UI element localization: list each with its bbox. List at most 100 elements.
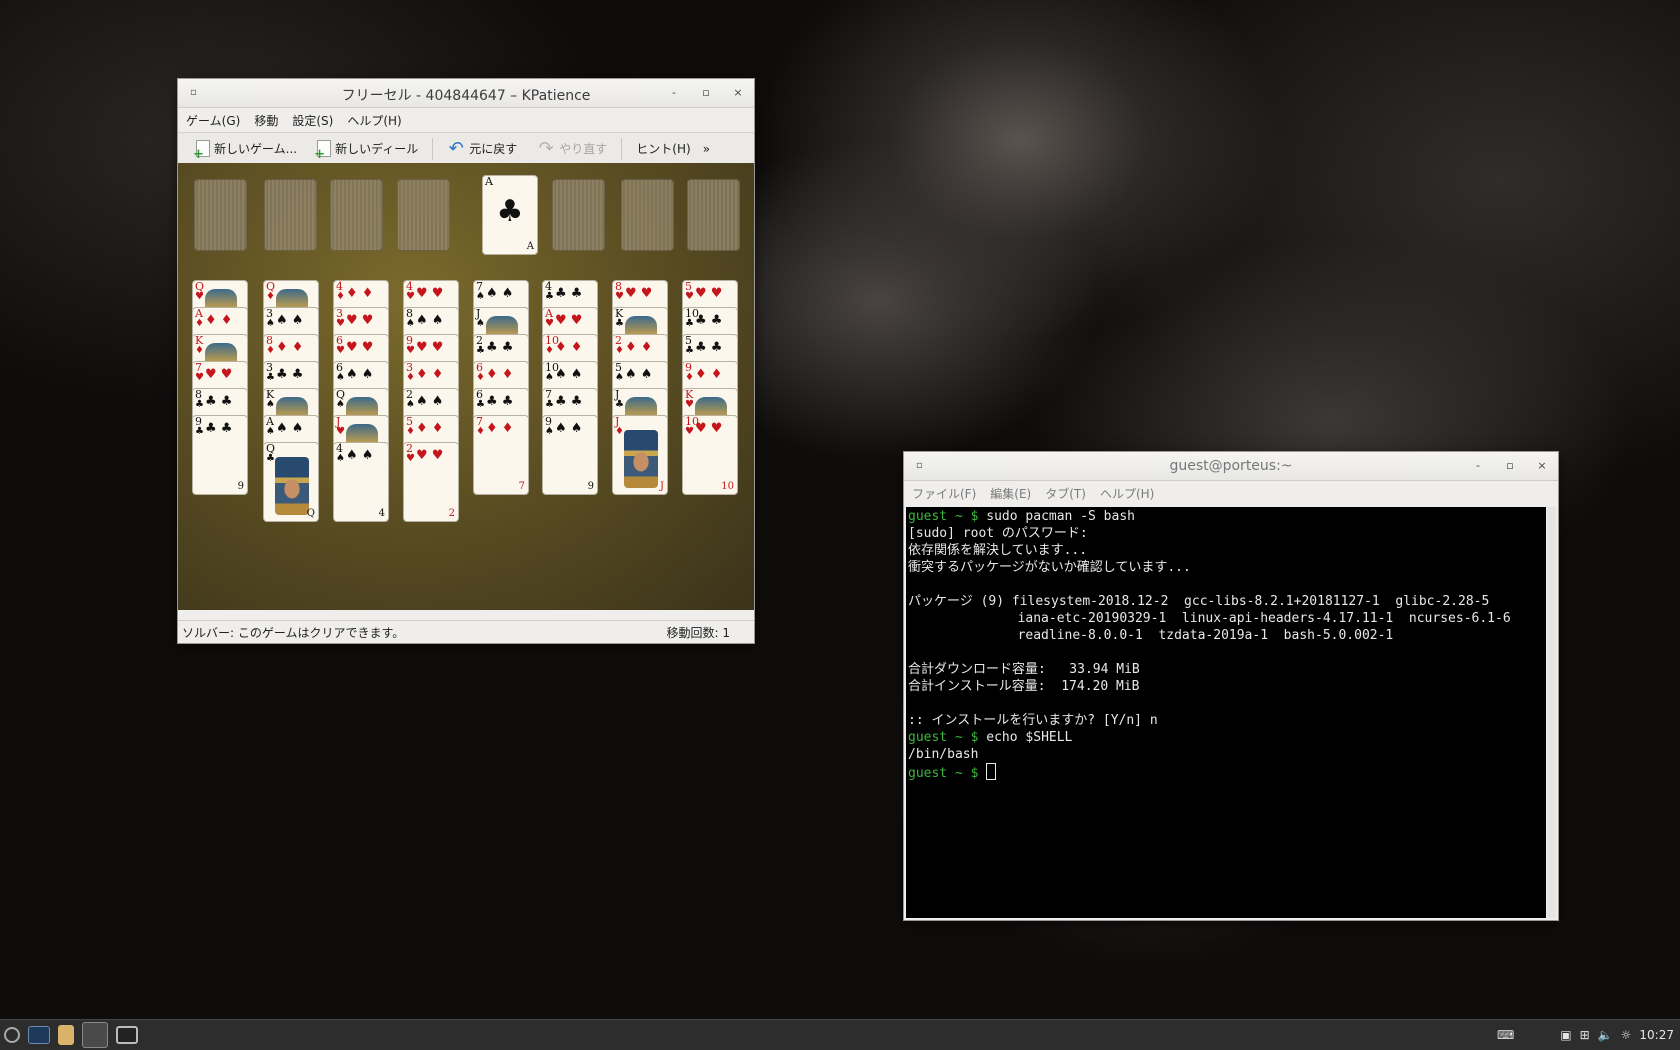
new-game-button[interactable]: 新しいゲーム... bbox=[186, 136, 307, 162]
foundation-card[interactable]: A ♣ A bbox=[482, 175, 538, 255]
shell-prompt: guest ~ $ bbox=[908, 730, 987, 745]
terminal-line: :: インストールを行いますか? [Y/n] n bbox=[908, 712, 1544, 729]
foundation-slot[interactable] bbox=[552, 179, 605, 251]
face-card-portrait bbox=[276, 397, 308, 417]
card[interactable]: 9 ♣ ♣ ♣ 9 bbox=[192, 415, 248, 495]
card[interactable]: J ♦ J bbox=[612, 415, 668, 495]
menu-game[interactable]: ゲーム(G) bbox=[186, 112, 240, 129]
volume-icon[interactable]: 🔈 bbox=[1598, 1028, 1613, 1042]
terminal-output[interactable]: guest ~ $ sudo pacman -S bash [sudo] root… bbox=[906, 507, 1546, 918]
minimize-button[interactable]: - bbox=[666, 85, 682, 101]
terminal-titlebar[interactable]: ▫ guest@porteus:~ - ▫ × bbox=[904, 452, 1558, 481]
card-pips-icon: ♣ ♣ bbox=[695, 340, 723, 355]
card[interactable]: 9 ♠ ♠ ♠ 9 bbox=[542, 415, 598, 495]
keyboard-icon[interactable]: ⌨ bbox=[1497, 1028, 1514, 1042]
freecell-slot[interactable] bbox=[330, 179, 383, 251]
kpatience-window: ▫ フリーセル - 404844647 – KPatience - ▫ × ゲー… bbox=[178, 79, 754, 643]
card-suit-icon: ♠ bbox=[266, 399, 275, 410]
shell-prompt: guest ~ $ bbox=[908, 766, 987, 781]
file-manager-icon[interactable] bbox=[58, 1025, 74, 1045]
new-game-label: 新しいゲーム... bbox=[214, 142, 298, 156]
terminal-text: [sudo] root のパスワード: bbox=[908, 526, 1088, 541]
freecell-slot[interactable] bbox=[264, 179, 317, 251]
card[interactable]: 10 ♥ ♥ ♥ 10 bbox=[682, 415, 738, 495]
card-pips-icon: ♠ ♠ bbox=[555, 367, 583, 382]
minimize-button[interactable]: - bbox=[1470, 458, 1486, 474]
card-pips-icon: ♦ ♦ bbox=[486, 367, 514, 382]
card-suit-icon: ♣ bbox=[195, 399, 204, 410]
menu-help[interactable]: ヘルプ(H) bbox=[1100, 485, 1154, 502]
freecell-slot[interactable] bbox=[397, 179, 450, 251]
card-suit-icon: ♥ bbox=[685, 291, 694, 302]
clock[interactable]: 10:27 bbox=[1639, 1028, 1674, 1042]
card-suit-icon: ♥ bbox=[406, 345, 415, 356]
card-suit-icon: ♥ bbox=[545, 318, 554, 329]
menu-help[interactable]: ヘルプ(H) bbox=[347, 112, 401, 129]
menu-icon[interactable] bbox=[4, 1027, 20, 1043]
new-deal-button[interactable]: 新しいディール bbox=[307, 136, 428, 162]
menu-file[interactable]: ファイル(F) bbox=[912, 485, 976, 502]
card-suit-icon: ♥ bbox=[336, 345, 345, 356]
card-suit-icon: ♥ bbox=[685, 426, 694, 437]
card-pips-icon: ♦ ♦ bbox=[416, 421, 444, 436]
card-rank-bottom: 7 bbox=[518, 481, 525, 492]
card[interactable]: 7 ♦ ♦ ♦ 7 bbox=[473, 415, 529, 495]
card-suit-icon: ♠ bbox=[545, 372, 554, 383]
foundation-slot[interactable] bbox=[621, 179, 674, 251]
network-icon[interactable]: ⊞ bbox=[1580, 1028, 1590, 1042]
menu-move[interactable]: 移動 bbox=[254, 112, 278, 129]
toolbar-separator bbox=[432, 137, 434, 160]
menu-edit[interactable]: 編集(E) bbox=[990, 485, 1031, 502]
close-button[interactable]: × bbox=[730, 85, 746, 101]
close-button[interactable]: × bbox=[1534, 458, 1550, 474]
maximize-button[interactable]: ▫ bbox=[698, 85, 714, 101]
card-suit-icon: ♦ bbox=[266, 345, 275, 356]
move-count: 移動回数: 1 bbox=[666, 625, 731, 640]
card-suit-icon: ♣ bbox=[685, 345, 694, 356]
brightness-icon[interactable]: ☼ bbox=[1621, 1028, 1632, 1042]
card[interactable]: 2 ♥ ♥ ♥ 2 bbox=[403, 442, 459, 522]
maximize-button[interactable]: ▫ bbox=[1502, 458, 1518, 474]
face-card-portrait bbox=[695, 397, 727, 417]
window-title: guest@porteus:~ bbox=[1169, 458, 1293, 474]
kpatience-icon[interactable] bbox=[82, 1022, 108, 1048]
desktop-icon[interactable] bbox=[116, 1026, 138, 1044]
card-suit-icon: ♦ bbox=[406, 426, 415, 437]
card-suit-icon: ♦ bbox=[476, 426, 485, 437]
clipboard-icon[interactable]: ▣ bbox=[1560, 1028, 1571, 1042]
chevron-right-icon: » bbox=[702, 141, 711, 156]
redo-button[interactable]: ↷ やり直す bbox=[527, 136, 617, 162]
card-pips-icon: ♦ ♦ bbox=[416, 367, 444, 382]
terminal-text: /bin/bash bbox=[908, 747, 979, 762]
freecell-slot[interactable] bbox=[194, 179, 247, 251]
foundation-slot[interactable] bbox=[687, 179, 740, 251]
card-suit-icon: ♠ bbox=[476, 318, 485, 329]
terminal-scrollbar[interactable] bbox=[1547, 507, 1556, 918]
kpatience-statusbar: ソルバー: このゲームはクリアできます。 移動回数: 1 bbox=[178, 620, 754, 643]
undo-button[interactable]: ↶ 元に戻す bbox=[437, 136, 527, 162]
card[interactable]: 4 ♠ ♠ ♠ 4 bbox=[333, 442, 389, 522]
taskbar: ⌨ ▣ ⊞ 🔈 ☼ 10:27 bbox=[0, 1019, 1680, 1050]
terminal-icon[interactable] bbox=[28, 1026, 50, 1044]
toolbar-overflow-button[interactable]: » bbox=[701, 136, 712, 162]
card-rank-bottom: 10 bbox=[721, 481, 734, 492]
new-document-icon bbox=[193, 140, 210, 162]
hint-button[interactable]: ヒント(H) bbox=[626, 136, 700, 162]
card-pips-icon: ♦ ♦ bbox=[205, 313, 233, 328]
menu-settings[interactable]: 設定(S) bbox=[292, 112, 333, 129]
face-card-portrait bbox=[625, 397, 657, 417]
card-pips-icon: ♣ ♣ bbox=[555, 286, 583, 301]
card-suit-icon: ♥ bbox=[615, 291, 624, 302]
terminal-text: iana-etc-20190329-1 linux-api-headers-4.… bbox=[908, 611, 1511, 626]
card[interactable]: Q ♣ Q bbox=[263, 442, 319, 522]
card-rank-bottom: 4 bbox=[378, 508, 385, 519]
card-pips-icon: ♣ ♣ bbox=[555, 394, 583, 409]
card-suit-icon: ♠ bbox=[406, 318, 415, 329]
menu-tabs[interactable]: タブ(T) bbox=[1045, 485, 1086, 502]
card-pips-icon: ♠ ♠ bbox=[346, 367, 374, 382]
kpatience-titlebar[interactable]: ▫ フリーセル - 404844647 – KPatience - ▫ × bbox=[178, 79, 754, 108]
card-suit-icon: ♠ bbox=[266, 426, 275, 437]
terminal-line: 依存関係を解決しています... bbox=[908, 542, 1544, 559]
game-board[interactable]: A ♣ A Q ♥ A ♦ ♦ ♦ K ♦ 7 ♥ ♥ ♥ 8 ♣ ♣ ♣ 9 ♣ ♣ ♣ 9 Q ♦ 3 ♠ ♠ ♠ 8 ♦… bbox=[178, 163, 754, 610]
card-pips-icon: ♥ ♥ bbox=[416, 286, 444, 301]
